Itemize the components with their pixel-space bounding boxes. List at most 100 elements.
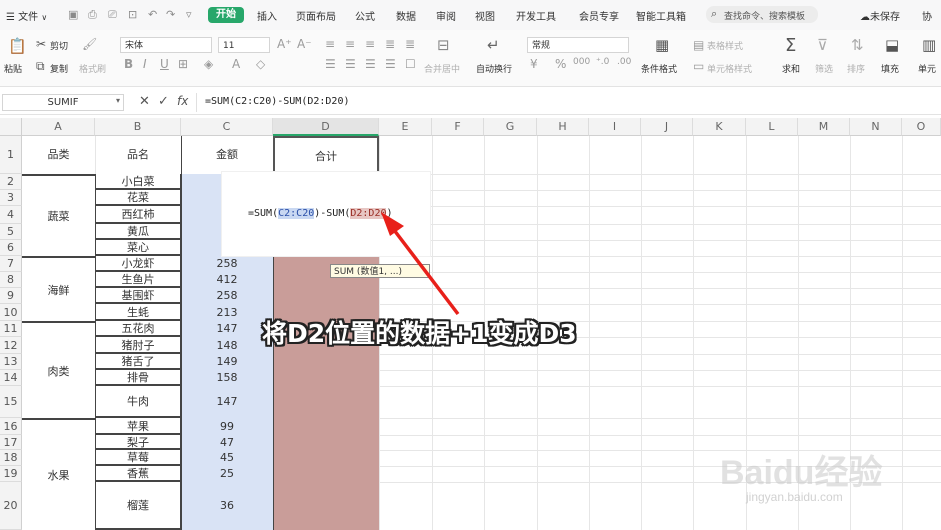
item-name-cell[interactable]: 五花肉 [95, 321, 181, 337]
column-header-b[interactable]: B [95, 118, 181, 136]
wrap-text-button[interactable]: 自动换行 [476, 62, 512, 75]
item-amount-cell[interactable]: 25 [181, 466, 273, 482]
item-amount-cell[interactable]: 258 [181, 288, 273, 304]
item-name-cell[interactable]: 猪肘子 [95, 337, 181, 354]
column-header-j[interactable]: J [641, 118, 693, 136]
item-name-cell[interactable]: 小白菜 [95, 174, 181, 190]
justify-icon[interactable]: ☰ [385, 57, 396, 71]
row-header-10[interactable]: 10 [0, 304, 22, 321]
paste-button[interactable]: 粘贴 [4, 62, 22, 75]
row-header-17[interactable]: 17 [0, 435, 22, 450]
paste-icon[interactable]: 📋 [8, 37, 27, 55]
number-format-select[interactable]: 常规 [527, 37, 629, 53]
outdent-icon[interactable]: ≣ [405, 37, 415, 51]
item-name-cell[interactable]: 草莓 [95, 450, 181, 466]
row-header-3[interactable]: 3 [0, 190, 22, 206]
cell-style-button[interactable]: 单元格样式 [707, 62, 752, 75]
align-center-icon[interactable]: ☰ [345, 57, 356, 71]
tab-smart-tools[interactable]: 智能工具箱 [636, 8, 686, 23]
clear-format-icon[interactable]: ◇ [256, 57, 265, 71]
fill-color-icon[interactable]: ◈ [204, 57, 213, 71]
sum-button[interactable]: 求和 [782, 62, 800, 75]
filter-button[interactable]: 筛选 [815, 62, 833, 75]
item-name-cell[interactable]: 菜心 [95, 240, 181, 256]
header-category[interactable]: 品类 [22, 136, 95, 174]
row-header-20[interactable]: 20 [0, 482, 22, 530]
cut-button[interactable]: 剪切 [50, 39, 68, 52]
item-name-cell[interactable]: 牛肉 [95, 386, 181, 418]
conditional-format-button[interactable]: 条件格式 [641, 62, 677, 75]
row-header-12[interactable]: 12 [0, 337, 22, 354]
item-amount-cell[interactable]: 412 [181, 272, 273, 288]
row-header-14[interactable]: 14 [0, 370, 22, 386]
row-header-4[interactable]: 4 [0, 206, 22, 224]
column-header-c[interactable]: C [181, 118, 273, 136]
row-header-16[interactable]: 16 [0, 418, 22, 435]
thousands-icon[interactable]: 000 [573, 57, 590, 67]
undo-icon[interactable]: ↶ [148, 8, 157, 21]
item-amount-cell[interactable]: 99 [181, 418, 273, 435]
command-search[interactable]: ⌕ 查找命令、搜索模板 [706, 6, 818, 23]
file-menu[interactable]: ☰ 文件 ∨ [6, 8, 47, 23]
column-header-n[interactable]: N [850, 118, 902, 136]
item-amount-cell[interactable]: 36 [181, 482, 273, 530]
percent-icon[interactable]: % [555, 57, 566, 71]
row-header-18[interactable]: 18 [0, 450, 22, 466]
format-painter-button[interactable]: 格式刷 [79, 62, 106, 75]
border-icon[interactable]: ⊞ [178, 57, 188, 71]
tab-home[interactable]: 开始 [208, 7, 244, 23]
confirm-icon[interactable]: ✓ [158, 94, 169, 109]
item-name-cell[interactable]: 排骨 [95, 370, 181, 386]
row-header-2[interactable]: 2 [0, 174, 22, 190]
copy-button[interactable]: 复制 [50, 62, 68, 75]
item-name-cell[interactable]: 黄瓜 [95, 224, 181, 240]
header-total[interactable]: 合计 [273, 136, 379, 174]
cloud-save-status[interactable]: ☁未保存 [860, 8, 900, 23]
font-size-select[interactable]: 11 [218, 37, 270, 53]
tab-view[interactable]: 视图 [475, 8, 495, 23]
item-name-cell[interactable]: 生鱼片 [95, 272, 181, 288]
item-name-cell[interactable]: 香蕉 [95, 466, 181, 482]
category-cell[interactable]: 蔬菜 [22, 174, 95, 256]
row-header-9[interactable]: 9 [0, 288, 22, 304]
row-header-19[interactable]: 19 [0, 466, 22, 482]
item-name-cell[interactable]: 小龙虾 [95, 256, 181, 272]
tab-page-layout[interactable]: 页面布局 [296, 8, 336, 23]
item-name-cell[interactable]: 梨子 [95, 435, 181, 450]
column-header-l[interactable]: L [746, 118, 798, 136]
underline-icon[interactable]: U [160, 57, 169, 71]
redo-icon[interactable]: ↷ [166, 8, 175, 21]
tab-formulas[interactable]: 公式 [355, 8, 375, 23]
column-header-i[interactable]: I [589, 118, 641, 136]
item-amount-cell[interactable]: 45 [181, 450, 273, 466]
formula-input[interactable]: =SUM(C2:C20)-SUM(D2:D20) [196, 93, 937, 112]
print-icon[interactable]: ⎚ [108, 8, 117, 22]
item-name-cell[interactable]: 花菜 [95, 190, 181, 206]
table-style-button[interactable]: 表格样式 [707, 39, 743, 52]
item-name-cell[interactable]: 猪舌了 [95, 354, 181, 370]
column-header-g[interactable]: G [484, 118, 537, 136]
align-middle-icon[interactable]: ≡ [345, 37, 355, 51]
header-name[interactable]: 品名 [95, 136, 181, 174]
save-icon[interactable]: ▣ [68, 8, 78, 21]
row-header-7[interactable]: 7 [0, 256, 22, 272]
item-name-cell[interactable]: 基围虾 [95, 288, 181, 304]
row-header-5[interactable]: 5 [0, 224, 22, 240]
category-cell[interactable]: 肉类 [22, 321, 95, 418]
column-header-f[interactable]: F [432, 118, 484, 136]
cancel-icon[interactable]: ✕ [139, 94, 150, 109]
increase-font-icon[interactable]: A⁺ [277, 37, 292, 51]
align-bottom-icon[interactable]: ≡ [365, 37, 375, 51]
fill-button[interactable]: 填充 [881, 62, 899, 75]
align-top-icon[interactable]: ≡ [325, 37, 335, 51]
name-box-dropdown-icon[interactable]: ▾ [116, 96, 120, 105]
item-amount-cell[interactable]: 148 [181, 337, 273, 354]
export-pdf-icon[interactable]: ⎙ [88, 8, 97, 22]
row-header-13[interactable]: 13 [0, 354, 22, 370]
font-name-select[interactable]: 宋体 [120, 37, 212, 53]
column-header-o[interactable]: O [902, 118, 941, 136]
cell-button[interactable]: 单元 [918, 62, 936, 75]
column-header-m[interactable]: M [798, 118, 850, 136]
decrease-decimal-icon[interactable]: .00 [617, 57, 631, 67]
name-box[interactable]: SUMIF [2, 94, 124, 111]
